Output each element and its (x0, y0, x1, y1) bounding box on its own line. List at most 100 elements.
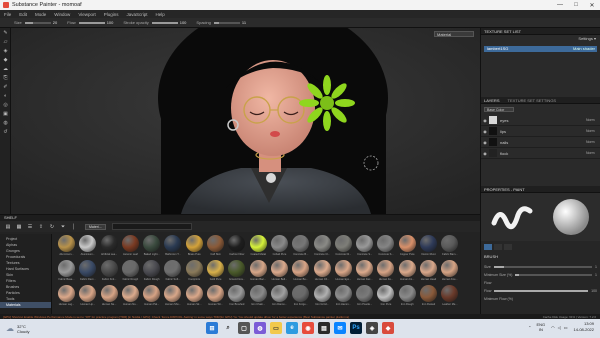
tab-material[interactable] (494, 244, 502, 250)
texture-set-item[interactable]: lambert1SG Main shader (484, 46, 597, 52)
material-thumbnail[interactable]: Footprints (184, 259, 205, 284)
material-thumbnail[interactable]: Fabric Knit... (99, 259, 120, 284)
material-thumbnail[interactable]: Iron Grind... (312, 284, 333, 309)
language-indicator[interactable]: ENG IN (537, 322, 546, 332)
color-picker-icon[interactable]: ✐ (0, 82, 11, 91)
material-thumbnail[interactable]: Fabric Bam... (439, 234, 460, 259)
material-thumbnail[interactable]: Aluminium... (77, 234, 98, 259)
maximize-button[interactable]: □ (568, 2, 584, 9)
material-thumbnail[interactable]: Human Bac... (248, 259, 269, 284)
clock[interactable]: 13:09 14-08-2022 (574, 321, 594, 333)
material-thumbnail[interactable]: Human Leg... (56, 284, 77, 309)
materials-filter-chip[interactable]: Materi... (85, 223, 106, 230)
menu-edit[interactable]: Edit (19, 12, 27, 17)
layer-blend[interactable]: Norm (586, 140, 600, 144)
flow-control[interactable]: Flow 100 (67, 20, 113, 25)
layer-row[interactable]: ◉ lips Norm (481, 126, 600, 137)
min-size-value[interactable]: 1 (595, 273, 597, 277)
material-thumbnail[interactable]: Baked Light... (141, 234, 162, 259)
flow-value[interactable]: 100 (107, 20, 114, 25)
shader-settings-icon[interactable]: ◍ (0, 118, 11, 127)
material-thumbnail[interactable]: Artificial Lea... (99, 234, 120, 259)
menu-file[interactable]: File (4, 12, 11, 17)
material-thumbnail[interactable]: Iron Rusted (418, 284, 439, 309)
material-thumbnail[interactable]: Autumn Leaf (120, 234, 141, 259)
material-thumbnail[interactable]: Concrete Di... (333, 234, 354, 259)
settings-dropdown[interactable]: Settings ▾ (578, 36, 596, 41)
material-thumbnail[interactable]: Carbon Fiber (226, 234, 247, 259)
clone-icon[interactable]: ⎘ (0, 73, 11, 82)
folder-icon[interactable]: ▤ (4, 223, 12, 231)
material-thumbnail[interactable]: Human Kne... (439, 259, 460, 284)
grid-view-icon[interactable]: ▦ (15, 223, 23, 231)
polygon-fill-icon[interactable]: ◆ (0, 55, 11, 64)
flow-slider[interactable] (78, 21, 105, 24)
min-flow-row[interactable]: Minimum Flow (%) (484, 295, 597, 303)
camera-icon[interactable]: ◎ (0, 100, 11, 109)
brush-flow-value[interactable]: 100 (591, 289, 597, 293)
tab-stencil[interactable] (504, 244, 512, 250)
material-thumbnail[interactable]: Human Fe... (375, 259, 396, 284)
refresh-icon[interactable]: ↻ (48, 223, 56, 231)
layer-row[interactable]: ◉ flock Norm (481, 148, 600, 159)
photoshop-icon[interactable]: Ps (350, 322, 362, 334)
texture-set-shader[interactable]: Main shader (573, 46, 595, 52)
history-icon[interactable]: ↺ (0, 127, 11, 136)
material-thumbnail[interactable]: Concrete Cl... (312, 234, 333, 259)
material-thumbnail[interactable]: Aluminium... (56, 234, 77, 259)
material-thumbnail[interactable]: Iron Chain... (248, 284, 269, 309)
stroke-opacity-value[interactable]: 100 (180, 20, 187, 25)
material-thumbnail[interactable]: Iron Powde... (354, 284, 375, 309)
material-thumbnail[interactable]: Iron Brushed (226, 284, 247, 309)
close-button[interactable]: ✕ (584, 2, 600, 9)
substance-painter-taskbar-icon[interactable]: ◆ (382, 322, 394, 334)
smudge-icon[interactable]: ☁ (0, 64, 11, 73)
material-thumbnail[interactable]: Human Sho... (162, 284, 183, 309)
windows-start-icon[interactable]: ⊞ (206, 322, 218, 334)
volume-icon[interactable]: ◁ (558, 325, 561, 330)
3d-viewport[interactable]: Material (11, 28, 480, 214)
stroke-opacity-control[interactable]: Stroke opacity 100 (123, 20, 186, 25)
material-thumbnail[interactable]: Human Pal... (141, 284, 162, 309)
display-settings-icon[interactable]: ▣ (0, 109, 11, 118)
spacing-slider[interactable] (213, 21, 240, 24)
edge-icon[interactable]: e (286, 322, 298, 334)
material-thumbnail[interactable]: Leather Me... (439, 284, 460, 309)
stroke-opacity-slider[interactable] (151, 21, 178, 24)
teams-chat-icon[interactable]: ◍ (254, 322, 266, 334)
material-thumbnail[interactable]: Calf Skin (205, 234, 226, 259)
material-thumbnail[interactable]: Iron Diamo... (269, 284, 290, 309)
min-size-row[interactable]: Minimum Size (%) 1 (484, 271, 597, 279)
store-icon[interactable]: ▤ (318, 322, 330, 334)
material-thumbnail[interactable]: Ground Gra... (226, 259, 247, 284)
material-thumbnail[interactable]: Iron Pure (375, 284, 396, 309)
eye-icon[interactable]: ◉ (481, 129, 489, 134)
layer-blend[interactable]: Norm (586, 118, 600, 122)
weather-widget[interactable]: ☁ 32°C Cloudy (6, 324, 29, 334)
spacing-value[interactable]: 11 (242, 20, 246, 25)
chevron-up-icon[interactable]: ⌃ (528, 325, 531, 330)
brush-size-slider[interactable] (493, 266, 593, 268)
brush-size-row[interactable]: Size 1 (484, 263, 597, 271)
tab-brush[interactable] (484, 244, 492, 250)
layer-blend[interactable]: Norm (586, 129, 600, 133)
material-thumbnail[interactable]: Fabric Soft... (162, 259, 183, 284)
viewport-mode-dropdown[interactable]: Material (434, 31, 474, 37)
menu-window[interactable]: Window (54, 12, 70, 17)
material-thumbnail[interactable]: Copper Pure (397, 234, 418, 259)
material-thumbnail[interactable]: Human Fac... (354, 259, 375, 284)
spacing-control[interactable]: Spacing 11 (196, 20, 246, 25)
shelf-category-materials[interactable]: Materials (0, 302, 51, 308)
size-slider[interactable] (24, 21, 51, 24)
layer-blend[interactable]: Norm (586, 151, 600, 155)
list-view-icon[interactable]: ☰ (26, 223, 34, 231)
import-icon[interactable]: ⇪ (37, 223, 45, 231)
material-thumbnail[interactable]: Human Bu... (290, 259, 311, 284)
app-icon[interactable]: ◈ (366, 322, 378, 334)
material-thumbnail[interactable]: Human Sk... (184, 284, 205, 309)
battery-icon[interactable]: ▭ (564, 325, 568, 330)
mail-icon[interactable]: ✉ (334, 322, 346, 334)
menu-javascript[interactable]: JavaScript (127, 12, 148, 17)
eye-icon[interactable]: ◉ (481, 118, 489, 123)
menu-plugins[interactable]: Plugins (104, 12, 119, 17)
